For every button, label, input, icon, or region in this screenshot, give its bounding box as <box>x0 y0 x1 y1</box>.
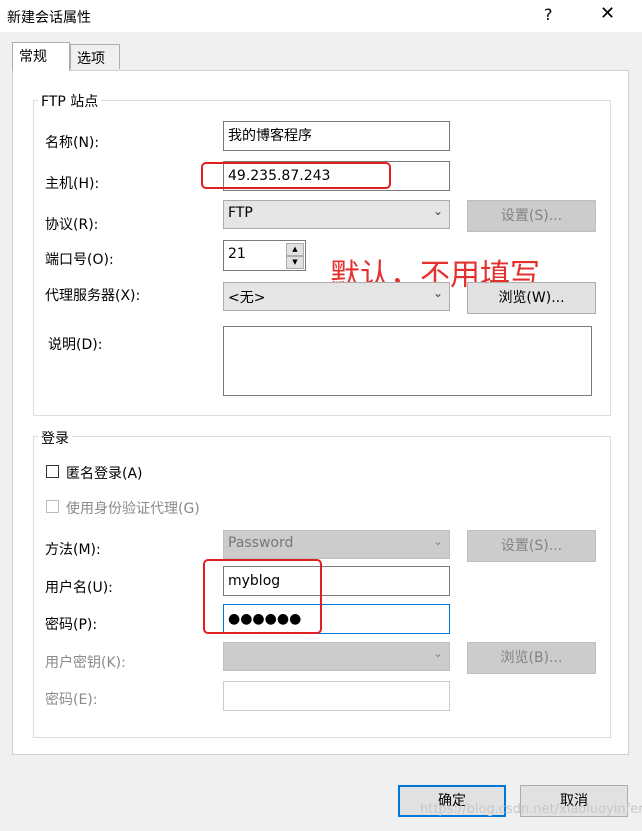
name-field[interactable]: 我的博客程序 <box>223 121 450 151</box>
proxy-browse-button[interactable]: 浏览(W)... <box>467 282 596 314</box>
protocol-label: 协议(R): <box>45 217 99 233</box>
anonymous-checkbox[interactable] <box>46 465 59 478</box>
method-value: Password <box>228 535 294 551</box>
auth-proxy-label: 使用身份验证代理(G) <box>66 501 200 517</box>
userkey-browse-button[interactable]: 浏览(B)... <box>467 642 596 674</box>
auth-proxy-checkbox[interactable] <box>46 500 59 513</box>
tab-general[interactable]: 常规 <box>12 42 70 71</box>
chevron-down-icon: ⌄ <box>432 646 443 660</box>
protocol-settings-button[interactable]: 设置(S)... <box>467 200 596 232</box>
userkey-label: 用户密钥(K): <box>45 655 126 671</box>
chevron-down-icon: ⌄ <box>432 534 443 548</box>
method-select[interactable]: Password ⌄ <box>223 530 450 559</box>
protocol-select[interactable]: FTP ⌄ <box>223 200 450 229</box>
host-highlight-box <box>201 162 391 189</box>
port-value: 21 <box>228 246 246 262</box>
passphrase-label: 密码(E): <box>45 692 98 708</box>
proxy-label: 代理服务器(X): <box>45 288 141 304</box>
description-field[interactable] <box>223 326 592 396</box>
ftp-site-group-label: FTP 站点 <box>38 91 102 111</box>
userkey-select[interactable]: ⌄ <box>223 642 450 671</box>
tab-options[interactable]: 选项 <box>70 44 120 69</box>
name-label: 名称(N): <box>45 135 100 151</box>
anonymous-label[interactable]: 匿名登录(A) <box>66 463 143 483</box>
chevron-down-icon: ⌄ <box>432 204 443 218</box>
port-label: 端口号(O): <box>45 252 114 268</box>
protocol-value: FTP <box>228 205 253 221</box>
login-group-label: 登录 <box>38 428 72 448</box>
chevron-down-icon: ⌄ <box>432 286 443 300</box>
window-title: 新建会话属性 <box>7 10 91 26</box>
proxy-select[interactable]: <无> ⌄ <box>223 282 450 311</box>
port-down-icon[interactable]: ▼ <box>286 256 304 269</box>
username-label: 用户名(U): <box>45 580 113 596</box>
watermark-text: https://blog.csdn.net/xiaoluoyinfeng <box>420 802 642 817</box>
method-label: 方法(M): <box>45 542 101 558</box>
credentials-highlight-box <box>203 559 322 634</box>
help-icon[interactable]: ? <box>544 5 553 24</box>
port-up-icon[interactable]: ▲ <box>286 243 304 256</box>
passphrase-field[interactable] <box>223 681 450 711</box>
description-label: 说明(D): <box>48 337 103 353</box>
password-label: 密码(P): <box>45 617 98 633</box>
proxy-value: <无> <box>228 290 266 306</box>
method-settings-button[interactable]: 设置(S)... <box>467 530 596 562</box>
host-label: 主机(H): <box>45 176 100 192</box>
close-icon[interactable]: ✕ <box>600 3 615 24</box>
